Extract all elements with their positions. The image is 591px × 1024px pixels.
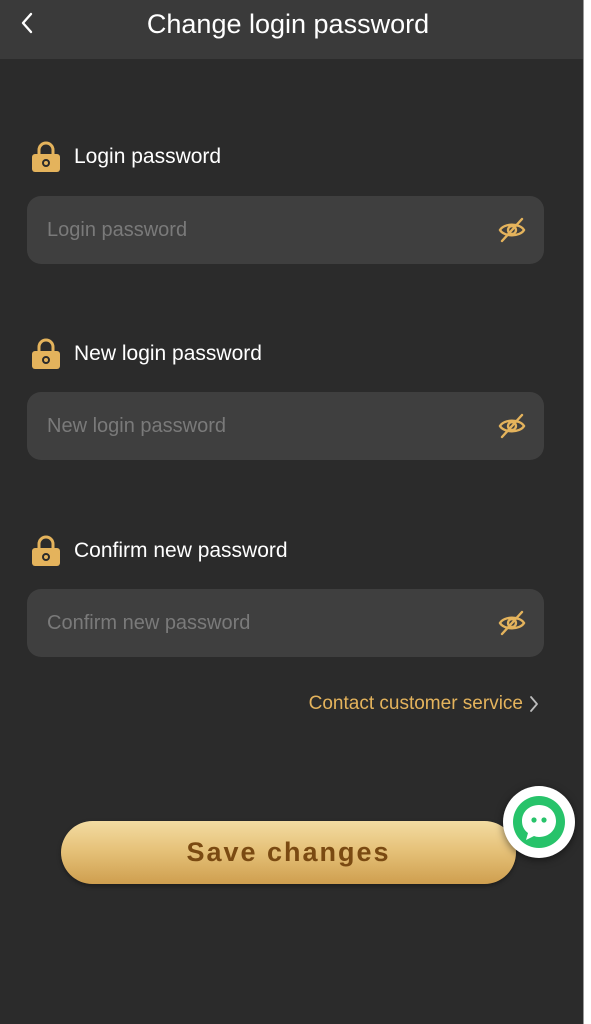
confirm-password-input[interactable] <box>47 589 487 657</box>
login-password-visibility-toggle[interactable] <box>497 215 527 245</box>
new-password-label: New login password <box>74 342 262 365</box>
eye-off-icon <box>498 413 526 439</box>
contact-customer-service-link[interactable]: Contact customer service <box>309 693 539 715</box>
eye-off-icon <box>498 610 526 636</box>
new-password-input[interactable] <box>47 392 487 460</box>
confirm-password-visibility-toggle[interactable] <box>497 608 527 638</box>
login-password-label-row: Login password <box>29 141 221 173</box>
app-screen: Change login password Login password New… <box>0 0 583 1024</box>
confirm-password-label: Confirm new password <box>74 539 288 562</box>
screen-edge <box>583 0 591 1024</box>
lock-icon <box>29 140 63 174</box>
confirm-password-field <box>27 589 544 657</box>
new-password-field <box>27 392 544 460</box>
login-password-input[interactable] <box>47 196 487 264</box>
login-password-label: Login password <box>74 145 222 168</box>
chat-support-button[interactable] <box>503 786 575 858</box>
chevron-right-icon <box>529 695 539 713</box>
new-password-visibility-toggle[interactable] <box>497 411 527 441</box>
chat-bubble-icon <box>513 796 565 848</box>
contact-customer-service-label: Contact customer service <box>308 693 523 714</box>
lock-icon <box>29 534 63 568</box>
top-bar: Change login password <box>0 0 583 59</box>
eye-off-icon <box>498 217 526 243</box>
lock-icon <box>29 337 63 371</box>
login-password-field <box>27 196 544 264</box>
page-title: Change login password <box>146 9 430 39</box>
new-password-label-row: New login password <box>29 338 262 370</box>
save-changes-button[interactable]: Save changes <box>61 821 516 884</box>
confirm-password-label-row: Confirm new password <box>29 535 288 567</box>
